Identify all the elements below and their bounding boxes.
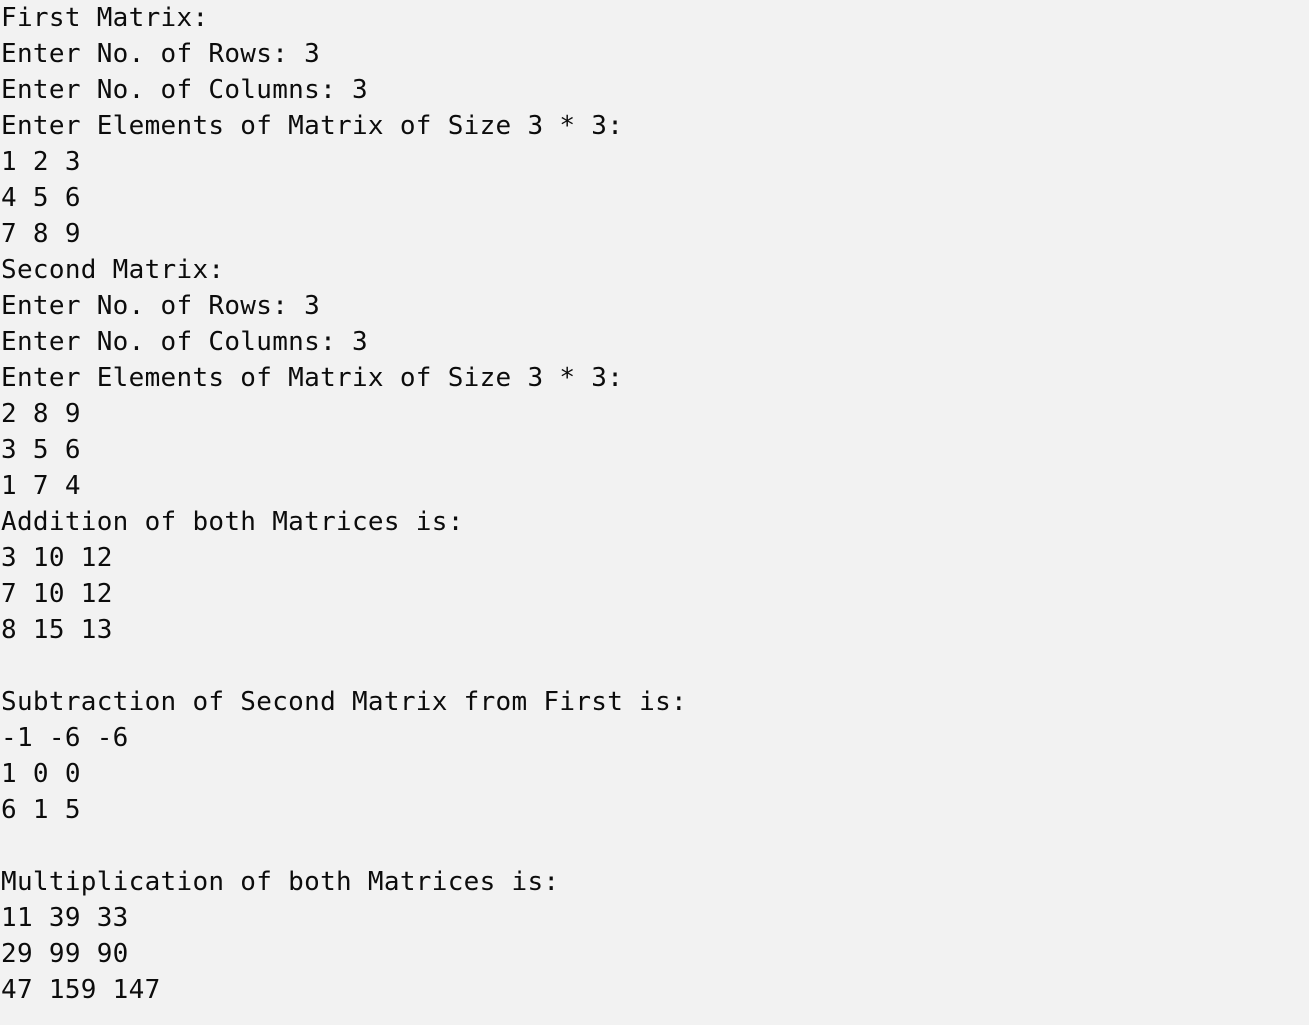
first-matrix-heading: First Matrix:	[1, 3, 209, 33]
second-columns-prompt: Enter No. of Columns: 3	[1, 327, 368, 357]
second-elements-prompt: Enter Elements of Matrix of Size 3 * 3:	[1, 363, 624, 393]
addition-row-3: 8 15 13	[1, 615, 113, 645]
first-matrix-row-3: 7 8 9	[1, 219, 81, 249]
addition-row-2: 7 10 12	[1, 579, 113, 609]
subtraction-row-2: 1 0 0	[1, 759, 81, 789]
multiplication-row-1: 11 39 33	[1, 903, 129, 933]
first-elements-prompt: Enter Elements of Matrix of Size 3 * 3:	[1, 111, 624, 141]
multiplication-heading: Multiplication of both Matrices is:	[1, 867, 560, 897]
subtraction-row-1: -1 -6 -6	[1, 723, 129, 753]
second-rows-prompt: Enter No. of Rows: 3	[1, 291, 321, 321]
addition-row-1: 3 10 12	[1, 543, 113, 573]
first-columns-prompt: Enter No. of Columns: 3	[1, 75, 368, 105]
second-matrix-row-3: 1 7 4	[1, 471, 81, 501]
second-matrix-row-1: 2 8 9	[1, 399, 81, 429]
second-matrix-row-2: 3 5 6	[1, 435, 81, 465]
first-rows-prompt: Enter No. of Rows: 3	[1, 39, 321, 69]
multiplication-row-3: 47 159 147	[1, 975, 161, 1005]
multiplication-row-2: 29 99 90	[1, 939, 129, 969]
subtraction-heading: Subtraction of Second Matrix from First …	[1, 687, 687, 717]
console-output: First Matrix: Enter No. of Rows: 3 Enter…	[0, 0, 1309, 1025]
addition-heading: Addition of both Matrices is:	[1, 507, 464, 537]
subtraction-row-3: 6 1 5	[1, 795, 81, 825]
first-matrix-row-2: 4 5 6	[1, 183, 81, 213]
first-matrix-row-1: 1 2 3	[1, 147, 81, 177]
second-matrix-heading: Second Matrix:	[1, 255, 225, 285]
